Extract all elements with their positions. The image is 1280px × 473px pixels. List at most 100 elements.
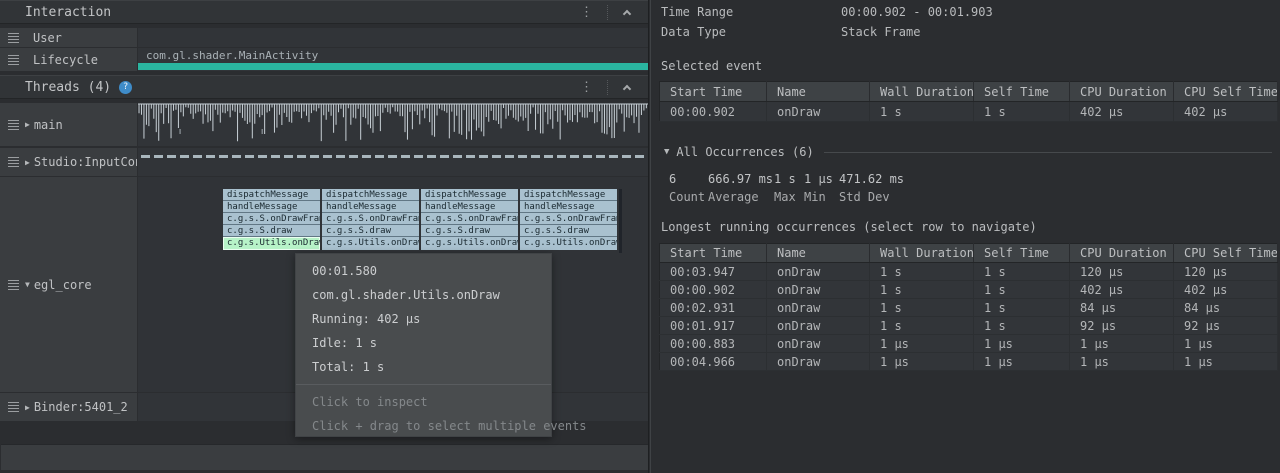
column-header[interactable]: Start Time xyxy=(660,244,767,263)
flame-frame[interactable]: c.g.s.S.onDrawFrame xyxy=(520,213,617,225)
drag-handle-icon[interactable] xyxy=(8,402,19,412)
table-row[interactable]: 00:01.917onDraw1 s1 s92 µs92 µs xyxy=(660,317,1278,335)
drag-handle-icon[interactable] xyxy=(8,33,19,43)
table-cell[interactable]: 92 µs xyxy=(1070,317,1174,335)
table-cell[interactable]: onDraw xyxy=(767,335,870,353)
collapse-chevron-icon[interactable] xyxy=(623,9,631,17)
flame-frame[interactable]: dispatchMessage xyxy=(223,189,320,201)
table-cell[interactable]: 1 µs xyxy=(1070,335,1174,353)
inputcon-thread-content[interactable] xyxy=(138,148,648,176)
flame-frame[interactable]: c.g.s.S.draw xyxy=(322,225,419,237)
table-cell[interactable]: onDraw xyxy=(767,263,870,281)
table-cell[interactable]: 1 s xyxy=(974,299,1070,317)
table-cell[interactable]: 1 s xyxy=(974,317,1070,335)
table-cell[interactable]: 1 µs xyxy=(1174,335,1278,353)
main-thread-content[interactable] xyxy=(138,103,648,146)
column-header[interactable]: CPU Duration xyxy=(1070,82,1174,102)
table-cell[interactable]: 00:00.902 xyxy=(660,102,767,122)
column-header[interactable]: Self Time xyxy=(974,244,1070,263)
table-cell[interactable]: 402 µs xyxy=(1070,102,1174,122)
all-occurrences-header[interactable]: ▼ All Occurrences (6) xyxy=(664,145,1272,159)
help-icon[interactable]: ? xyxy=(119,81,132,94)
flame-frame[interactable]: handleMessage xyxy=(520,201,617,213)
table-cell[interactable]: 00:00.902 xyxy=(660,281,767,299)
expand-arrow-icon[interactable]: ▶ xyxy=(25,403,30,412)
flame-frame[interactable]: handleMessage xyxy=(421,201,518,213)
table-cell[interactable]: 402 µs xyxy=(1174,281,1278,299)
table-cell[interactable]: onDraw xyxy=(767,281,870,299)
expand-arrow-icon[interactable]: ▶ xyxy=(25,158,30,167)
collapse-arrow-icon[interactable]: ▼ xyxy=(25,280,30,289)
drag-handle-icon[interactable] xyxy=(8,280,19,290)
table-cell[interactable]: 1 s xyxy=(870,299,974,317)
column-header[interactable]: CPU Self Time xyxy=(1174,244,1278,263)
table-cell[interactable]: 1 µs xyxy=(974,353,1070,371)
table-cell[interactable]: 1 µs xyxy=(870,353,974,371)
column-header[interactable]: Wall Duration xyxy=(870,82,974,102)
table-cell[interactable]: 92 µs xyxy=(1174,317,1278,335)
table-cell[interactable]: onDraw xyxy=(767,317,870,335)
column-header[interactable]: Name xyxy=(767,244,870,263)
flame-frame[interactable]: dispatchMessage xyxy=(520,189,617,201)
collapse-arrow-icon[interactable]: ▼ xyxy=(664,147,669,157)
flame-frame[interactable]: c.g.s.S.draw xyxy=(520,225,617,237)
column-header[interactable]: Wall Duration xyxy=(870,244,974,263)
flame-frame[interactable]: c.g.s.S.onDrawFrame xyxy=(421,213,518,225)
flame-frame[interactable]: c.g.s.S.onDrawFrame xyxy=(322,213,419,225)
table-row[interactable]: 00:04.966onDraw1 µs1 µs1 µs1 µs xyxy=(660,353,1278,371)
table-cell[interactable]: 402 µs xyxy=(1070,281,1174,299)
table-row[interactable]: 00:00.902onDraw1 s1 s402 µs402 µs xyxy=(660,102,1278,122)
flame-frame[interactable]: c.g.s.S.onDrawFrame xyxy=(223,213,320,225)
flame-frame[interactable]: c.g.s.S.draw xyxy=(421,225,518,237)
flame-frame[interactable]: dispatchMessage xyxy=(322,189,419,201)
table-cell[interactable]: 120 µs xyxy=(1070,263,1174,281)
column-header[interactable]: CPU Duration xyxy=(1070,244,1174,263)
flame-frame[interactable]: handleMessage xyxy=(223,201,320,213)
table-cell[interactable]: 1 µs xyxy=(1174,353,1278,371)
column-header[interactable]: Name xyxy=(767,82,870,102)
kebab-menu-icon[interactable]: ⋮ xyxy=(566,5,607,20)
table-cell[interactable]: 120 µs xyxy=(1174,263,1278,281)
lifecycle-activity-bar[interactable] xyxy=(138,63,648,70)
drag-handle-icon[interactable] xyxy=(8,120,19,130)
table-cell[interactable]: onDraw xyxy=(767,299,870,317)
kebab-menu-icon[interactable]: ⋮ xyxy=(566,80,607,95)
flame-frame[interactable]: dispatchMessage xyxy=(421,189,518,201)
flame-frame[interactable]: c.g.s.S.draw xyxy=(223,225,320,237)
table-cell[interactable]: onDraw xyxy=(767,102,870,122)
table-cell[interactable]: 1 s xyxy=(974,102,1070,122)
flame-frame[interactable]: c.g.s.Utils.onDraw xyxy=(421,237,518,250)
table-cell[interactable]: onDraw xyxy=(767,353,870,371)
flame-frame[interactable]: c.g.s.Utils.onDraw xyxy=(322,237,419,250)
drag-handle-icon[interactable] xyxy=(8,157,19,167)
flame-frame[interactable]: handleMessage xyxy=(322,201,419,213)
column-header[interactable]: Self Time xyxy=(974,82,1070,102)
table-cell[interactable]: 84 µs xyxy=(1174,299,1278,317)
table-cell[interactable]: 00:03.947 xyxy=(660,263,767,281)
table-cell[interactable]: 402 µs xyxy=(1174,102,1278,122)
table-cell[interactable]: 1 µs xyxy=(1070,353,1174,371)
table-cell[interactable]: 1 s xyxy=(870,281,974,299)
user-track-content[interactable] xyxy=(138,28,648,47)
table-cell[interactable]: 1 µs xyxy=(870,335,974,353)
table-row[interactable]: 00:03.947onDraw1 s1 s120 µs120 µs xyxy=(660,263,1278,281)
collapse-chevron-icon[interactable] xyxy=(623,84,631,92)
table-row[interactable]: 00:00.902onDraw1 s1 s402 µs402 µs xyxy=(660,281,1278,299)
table-cell[interactable]: 00:02.931 xyxy=(660,299,767,317)
table-cell[interactable]: 1 µs xyxy=(974,335,1070,353)
table-cell[interactable]: 00:00.883 xyxy=(660,335,767,353)
drag-handle-icon[interactable] xyxy=(8,55,19,65)
flame-frame-selected[interactable]: c.g.s.Utils.onDraw xyxy=(223,237,320,250)
expand-arrow-icon[interactable]: ▶ xyxy=(25,120,30,129)
table-cell[interactable]: 1 s xyxy=(870,263,974,281)
table-cell[interactable]: 00:04.966 xyxy=(660,353,767,371)
column-header[interactable]: CPU Self Time xyxy=(1174,82,1278,102)
table-cell[interactable]: 00:01.917 xyxy=(660,317,767,335)
table-row[interactable]: 00:02.931onDraw1 s1 s84 µs84 µs xyxy=(660,299,1278,317)
table-cell[interactable]: 1 s xyxy=(870,102,974,122)
flame-frame-partial[interactable] xyxy=(619,189,622,253)
table-cell[interactable]: 1 s xyxy=(974,263,1070,281)
column-header[interactable]: Start Time xyxy=(660,82,767,102)
table-cell[interactable]: 84 µs xyxy=(1070,299,1174,317)
lifecycle-track-content[interactable]: com.gl.shader.MainActivity xyxy=(138,48,648,71)
